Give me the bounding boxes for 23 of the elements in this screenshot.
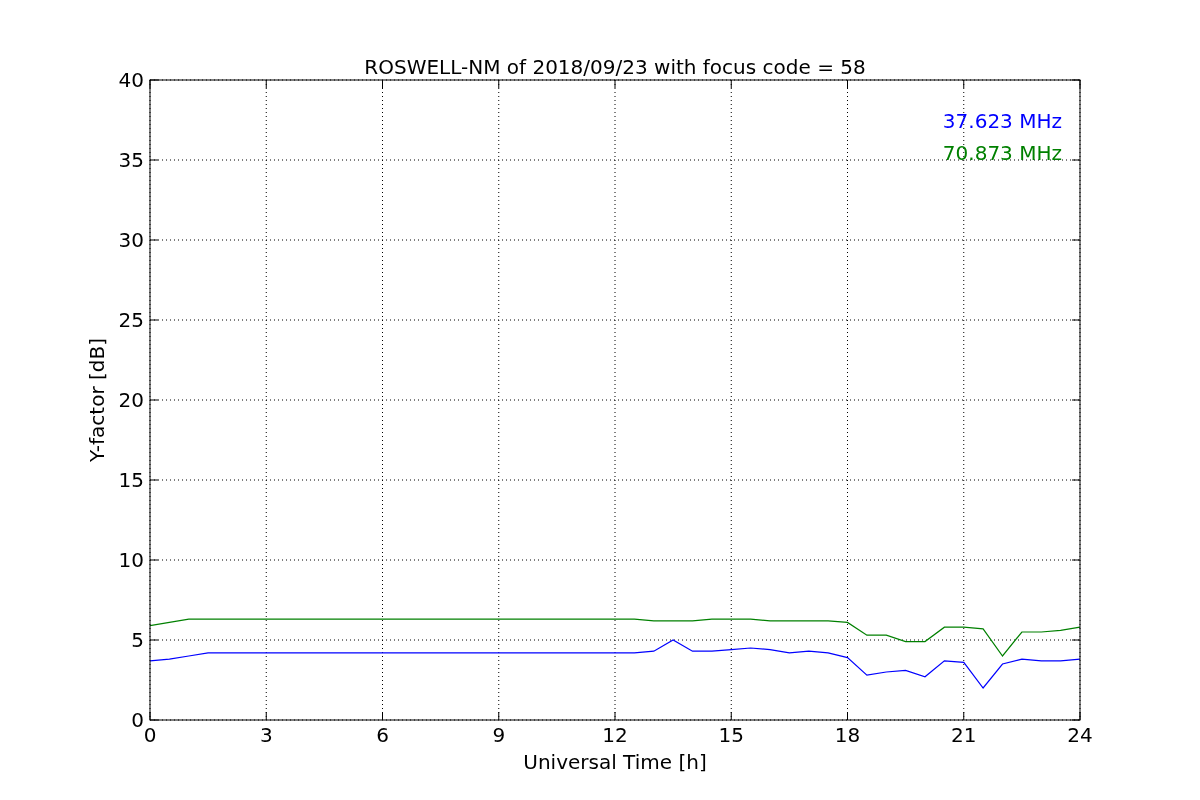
tick-label: 12: [602, 723, 628, 747]
axis-label: Y-factor [dB]: [85, 338, 109, 462]
tick-label: 0: [143, 723, 157, 747]
tick-label: 6: [376, 723, 389, 747]
legend-label: 37.623 MHz: [942, 109, 1062, 133]
tick-label: 5: [131, 628, 144, 652]
tick-label: 15: [118, 468, 144, 492]
tick-label: 40: [118, 68, 144, 92]
legend-label: 70.873 MHz: [942, 141, 1062, 165]
axis-label: Universal Time [h]: [523, 750, 707, 774]
tick-label: 10: [118, 548, 144, 572]
tick-label: 20: [118, 388, 144, 412]
tick-label: 3: [259, 723, 273, 747]
tick-label: 35: [118, 148, 144, 172]
chart-title: ROSWELL-NM of 2018/09/23 with focus code = 58: [364, 55, 866, 79]
tick-label: 24: [1067, 723, 1093, 747]
tick-label: 21: [951, 723, 977, 747]
tick-label: 0: [131, 708, 144, 732]
tick-label: 9: [492, 723, 506, 747]
tick-label: 18: [834, 723, 861, 747]
tick-label: 25: [118, 308, 144, 332]
tick-label: 30: [118, 228, 144, 252]
tick-label: 15: [718, 723, 744, 747]
